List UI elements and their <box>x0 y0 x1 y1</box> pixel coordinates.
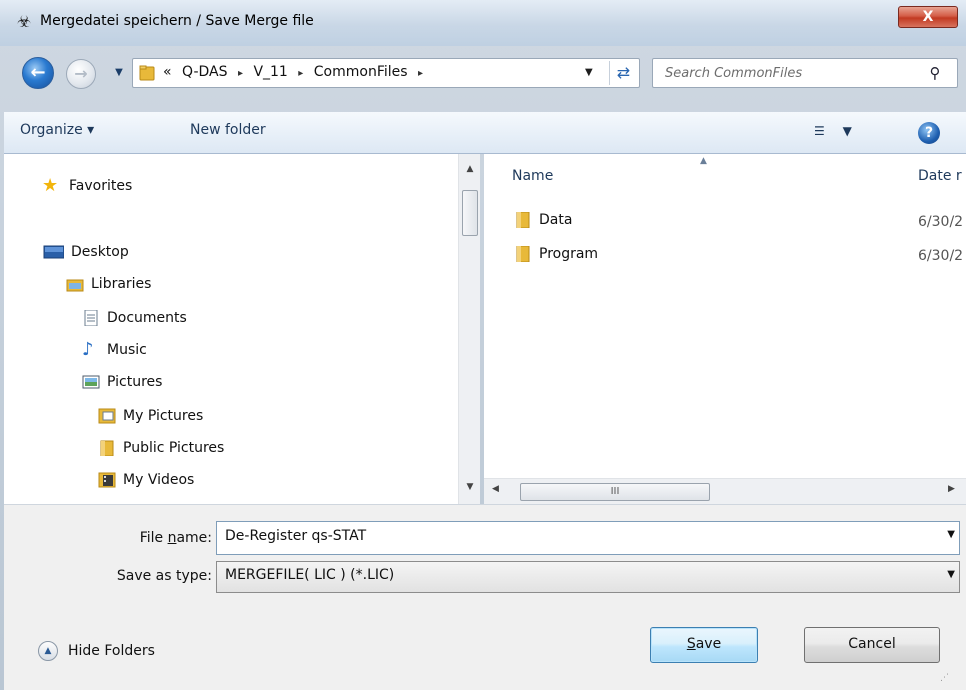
view-list-icon: ☰ <box>814 124 825 138</box>
nav-item-favorites[interactable]: ★ Favorites <box>42 175 133 196</box>
back-button[interactable]: ← <box>22 57 54 89</box>
nav-item-music[interactable]: ♪ Music <box>82 339 147 360</box>
title-bar: ☣ Mergedatei speichern / Save Merge file… <box>0 0 966 46</box>
search-icon[interactable]: ⚲ <box>923 62 947 84</box>
resize-grip-icon[interactable]: ⋰ <box>940 673 958 687</box>
nav-item-label: Public Pictures <box>123 440 225 456</box>
save-button[interactable]: Save <box>650 627 758 663</box>
list-item[interactable]: Program <box>514 246 598 262</box>
breadcrumb-overflow[interactable]: « <box>163 64 172 80</box>
breadcrumb-item-q-das[interactable]: Q-DAS <box>182 64 227 80</box>
address-bar[interactable]: « Q-DAS ▸ V_11 ▸ CommonFiles ▸ ▼ ⇄ <box>132 58 640 88</box>
command-bar: Organize ▾ New folder ☰ ▼ ? <box>4 112 966 154</box>
scroll-right-icon[interactable]: ▶ <box>948 484 955 494</box>
folder-icon <box>516 212 530 228</box>
hide-folders-label: Hide Folders <box>68 643 155 659</box>
save-as-type-value: MERGEFILE( LIC ) (*.LIC) <box>225 567 395 583</box>
scroll-up-icon[interactable]: ▲ <box>459 164 481 174</box>
save-as-type-label: Save as type: <box>116 568 212 584</box>
chevron-right-icon[interactable]: ▸ <box>298 68 303 79</box>
chevron-up-icon: ▲ <box>38 641 58 661</box>
folder-icon <box>139 65 155 81</box>
nav-item-public-pictures[interactable]: Public Pictures <box>98 440 224 456</box>
nav-item-label: Pictures <box>107 374 163 390</box>
desktop-icon <box>43 245 64 259</box>
breadcrumb-item-commonfiles[interactable]: CommonFiles <box>314 64 408 80</box>
folder-pictures-icon <box>98 408 116 424</box>
music-note-icon: ♪ <box>82 339 94 360</box>
cancel-button[interactable]: Cancel <box>804 627 940 663</box>
forward-button[interactable]: → <box>66 59 96 89</box>
filename-input[interactable]: De-Register qs-STAT ▼ <box>216 521 960 555</box>
scroll-down-icon[interactable]: ▼ <box>459 482 481 492</box>
scroll-left-icon[interactable]: ◀ <box>492 484 499 494</box>
filename-value: De-Register qs-STAT <box>225 528 367 544</box>
list-item[interactable]: Data <box>514 212 572 228</box>
column-header-date[interactable]: Date r <box>918 168 962 184</box>
file-date: 6/30/2 <box>918 248 964 264</box>
app-icon: ☣ <box>16 12 32 31</box>
folder-videos-icon <box>98 472 116 488</box>
nav-item-my-pictures[interactable]: My Pictures <box>98 408 203 424</box>
new-folder-button[interactable]: New folder <box>190 122 266 138</box>
libraries-icon <box>66 279 84 292</box>
picture-icon <box>82 375 100 389</box>
nav-item-label: Music <box>107 342 147 358</box>
scrollbar-thumb[interactable]: III <box>520 483 710 501</box>
nav-item-label: Favorites <box>69 178 133 194</box>
help-button[interactable]: ? <box>918 122 940 144</box>
navigation-pane: ★ Favorites Desktop Libraries Documents … <box>4 154 460 504</box>
save-as-type-select[interactable]: MERGEFILE( LIC ) (*.LIC) ▼ <box>216 561 960 593</box>
chevron-down-icon[interactable]: ▼ <box>947 569 955 580</box>
file-name: Program <box>539 246 599 262</box>
file-list: Name ▲ Date r Data 6/30/2 Program 6/30/2 <box>484 154 966 478</box>
save-form: File name: De-Register qs-STAT ▼ Save as… <box>4 504 966 690</box>
nav-item-label: Desktop <box>71 244 129 260</box>
folder-icon <box>100 440 114 456</box>
nav-item-label: Documents <box>107 310 187 326</box>
file-name: Data <box>539 212 573 228</box>
search-input[interactable] <box>663 63 903 83</box>
breadcrumb-item-v-11[interactable]: V_11 <box>253 64 287 80</box>
nav-item-desktop[interactable]: Desktop <box>42 244 129 260</box>
file-date: 6/30/2 <box>918 214 964 230</box>
filename-label: File name: <box>139 530 212 546</box>
close-button[interactable]: X <box>898 6 958 28</box>
breadcrumb: « Q-DAS ▸ V_11 ▸ CommonFiles ▸ <box>163 64 429 80</box>
chevron-right-icon[interactable]: ▸ <box>238 68 243 79</box>
refresh-icon[interactable]: ⇄ <box>609 61 637 85</box>
address-dropdown-icon[interactable]: ▼ <box>585 66 599 80</box>
star-icon: ★ <box>42 175 59 196</box>
nav-item-label: My Videos <box>123 472 195 488</box>
chevron-right-icon[interactable]: ▸ <box>418 68 423 79</box>
view-options-button[interactable]: ☰ ▼ <box>814 124 874 138</box>
nav-item-my-videos[interactable]: My Videos <box>98 472 194 488</box>
chevron-down-icon: ▼ <box>842 124 852 138</box>
nav-item-documents[interactable]: Documents <box>82 310 187 326</box>
nav-item-label: Libraries <box>91 276 152 292</box>
nav-scrollbar[interactable]: ▲ ▼ <box>458 154 480 504</box>
sort-ascending-icon: ▲ <box>700 156 707 166</box>
scrollbar-thumb[interactable] <box>462 190 478 236</box>
search-box[interactable]: ⚲ <box>652 58 958 88</box>
chevron-down-icon[interactable]: ▼ <box>947 529 955 540</box>
horizontal-scrollbar[interactable]: ◀ III ▶ <box>484 478 966 504</box>
organize-button[interactable]: Organize ▾ <box>20 122 94 138</box>
document-icon <box>84 310 98 326</box>
column-header-name[interactable]: Name <box>512 168 553 184</box>
window-title: Mergedatei speichern / Save Merge file <box>40 13 314 29</box>
recent-pages-dropdown-icon[interactable]: ▼ <box>112 66 126 80</box>
hide-folders-button[interactable]: ▲ Hide Folders <box>38 641 155 661</box>
folder-icon <box>516 246 530 262</box>
nav-item-label: My Pictures <box>123 408 204 424</box>
nav-item-pictures[interactable]: Pictures <box>82 374 162 390</box>
nav-item-libraries[interactable]: Libraries <box>66 276 151 292</box>
